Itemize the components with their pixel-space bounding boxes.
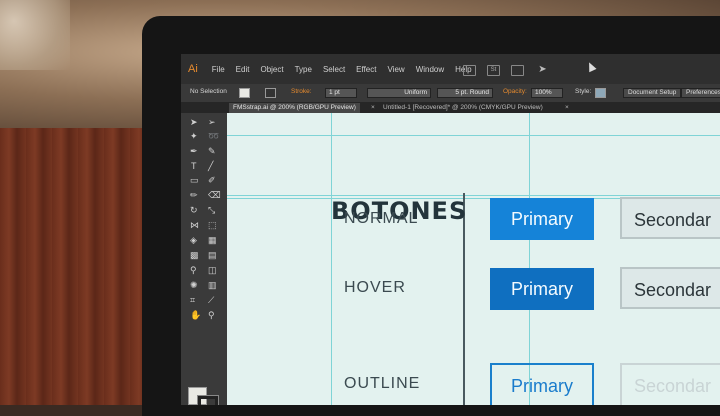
artboard-tool-icon[interactable]: ⌗ — [190, 295, 195, 305]
eraser-icon[interactable]: ⌫ — [208, 190, 221, 200]
secondary-button-hover[interactable]: Secondar — [620, 267, 720, 309]
shape-builder-icon[interactable]: ◈ — [190, 235, 197, 245]
perspective-grid-icon[interactable]: ▦ — [208, 235, 217, 245]
arrange-documents-icon[interactable] — [511, 65, 524, 76]
menu-window[interactable]: Window — [416, 65, 444, 74]
guide-line — [227, 195, 720, 196]
mesh-tool-icon[interactable]: ▩ — [190, 250, 199, 260]
type-tool-icon[interactable]: T — [191, 161, 197, 171]
menu-bar: Ai File Edit Object Type Select Effect V… — [181, 54, 720, 84]
tools-panel: ➤ ➢ ✦ ➿ ✒ ✎ T ╱ ▭ ✐ ✏ ⌫ ↻ ⤡ ⋈ ⬚ ◈ ▦ ▩ ▤ … — [181, 113, 227, 405]
direct-selection-tool-icon[interactable]: ➢ — [208, 117, 216, 127]
tab-fmsstrap[interactable]: FMSstrap.ai @ 200% (RGB/GPU Preview) — [229, 103, 360, 113]
app-logo: Ai — [188, 63, 198, 75]
guide-line — [331, 113, 332, 405]
paintbrush-icon[interactable]: ✐ — [208, 175, 216, 185]
primary-button-outline[interactable]: Primary — [490, 363, 594, 405]
symbol-sprayer-icon[interactable]: ✺ — [190, 280, 198, 290]
document-setup-button[interactable]: Document Setup — [623, 88, 682, 98]
guide-line — [227, 135, 720, 136]
secondary-button-normal[interactable]: Secondar — [620, 197, 720, 239]
style-swatch[interactable] — [595, 88, 606, 98]
blend-tool-icon[interactable]: ◫ — [208, 265, 217, 275]
primary-button-hover[interactable]: Primary — [490, 268, 594, 310]
secondary-button-outline[interactable]: Secondar — [620, 363, 720, 405]
fill-color-swatch[interactable] — [239, 88, 250, 98]
tab-close-icon[interactable]: × — [561, 103, 573, 113]
guide-line — [529, 113, 530, 405]
hand-tool-icon[interactable]: ✋ — [190, 310, 201, 320]
pen-tool-icon[interactable]: ✒ — [190, 146, 198, 156]
brush-select[interactable]: 5 pt. Round — [437, 88, 493, 98]
menu-select[interactable]: Select — [323, 65, 345, 74]
eyedropper-icon[interactable]: ⚲ — [190, 265, 197, 275]
style-label: Style: — [575, 88, 592, 95]
slice-tool-icon[interactable]: ⟋ — [208, 295, 214, 305]
zoom-tool-icon[interactable]: ⚲ — [208, 310, 215, 320]
gradient-tool-icon[interactable]: ▤ — [208, 250, 217, 260]
bridge-icon[interactable] — [463, 65, 476, 76]
control-bar: No Selection Stroke: 1 pt Uniform 5 pt. … — [181, 84, 720, 102]
document-tabs: FMSstrap.ai @ 200% (RGB/GPU Preview) × U… — [181, 102, 720, 113]
rectangle-tool-icon[interactable]: ▭ — [190, 175, 199, 185]
menu-edit[interactable]: Edit — [236, 65, 250, 74]
selection-tool-icon[interactable]: ➤ — [190, 117, 198, 127]
graph-tool-icon[interactable]: ▥ — [208, 280, 217, 290]
stroke-swatch[interactable] — [197, 395, 219, 405]
width-tool-icon[interactable]: ⋈ — [190, 220, 199, 230]
row-label-normal: NORMAL — [344, 210, 419, 227]
primary-button-normal[interactable]: Primary — [490, 198, 594, 240]
row-label-hover: HOVER — [344, 279, 406, 296]
lasso-icon[interactable]: ➿ — [208, 131, 219, 141]
magic-wand-icon[interactable]: ✦ — [190, 131, 198, 141]
artboard-canvas[interactable]: BOTONES NORMAL Primary Secondar HOVER Pr… — [227, 113, 720, 405]
row-label-outline: OUTLINE — [344, 375, 421, 392]
stroke-weight-field[interactable]: 1 pt — [325, 88, 357, 98]
preferences-button[interactable]: Preferences — [681, 88, 720, 98]
rotate-tool-icon[interactable]: ↻ — [190, 205, 198, 215]
stroke-profile-select[interactable]: Uniform — [367, 88, 431, 98]
stroke-color-swatch[interactable] — [265, 88, 276, 98]
sync-icon[interactable]: ➤ — [537, 65, 548, 75]
menu-file[interactable]: File — [212, 65, 225, 74]
tab-untitled[interactable]: Untitled-1 [Recovered]* @ 200% (CMYK/GPU… — [379, 103, 547, 113]
opacity-field[interactable]: 100% — [531, 88, 563, 98]
free-transform-icon[interactable]: ⬚ — [208, 220, 217, 230]
menu-view[interactable]: View — [387, 65, 404, 74]
menu-object[interactable]: Object — [260, 65, 283, 74]
illustrator-window: Ai File Edit Object Type Select Effect V… — [181, 54, 720, 405]
selection-status: No Selection — [190, 88, 227, 95]
line-tool-icon[interactable]: ╱ — [208, 161, 213, 171]
scale-tool-icon[interactable]: ⤡ — [208, 205, 215, 215]
stock-icon[interactable]: St — [487, 65, 500, 76]
menu-type[interactable]: Type — [295, 65, 312, 74]
menu-effect[interactable]: Effect — [356, 65, 376, 74]
curvature-tool-icon[interactable]: ✎ — [208, 146, 216, 156]
tab-close-icon[interactable]: × — [367, 103, 379, 113]
lamp-glow — [0, 0, 70, 70]
opacity-label[interactable]: Opacity: — [503, 88, 527, 95]
pencil-icon[interactable]: ✏ — [190, 190, 198, 200]
stroke-label[interactable]: Stroke: — [291, 88, 312, 95]
